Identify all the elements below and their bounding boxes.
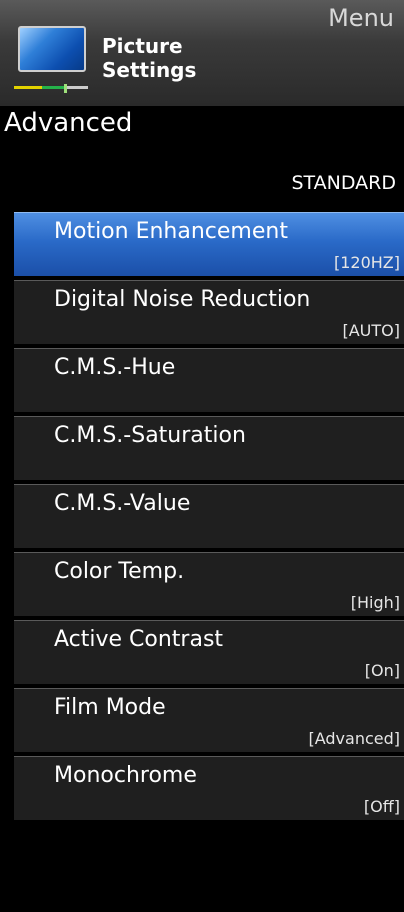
menu-item-label: Active Contrast (54, 627, 224, 652)
menu-item-label: Digital Noise Reduction (54, 287, 311, 312)
menu-item-label: Color Temp. (54, 559, 185, 584)
menu-item-active-contrast[interactable]: Active Contrast [On] (14, 620, 404, 684)
menu-item-cms-value[interactable]: C.M.S.-Value (14, 484, 404, 548)
menu-item-label: Motion Enhancement (54, 219, 288, 244)
menu-item-cms-saturation[interactable]: C.M.S.-Saturation (14, 416, 404, 480)
menu-item-value: [120HZ] (333, 253, 400, 272)
settings-list: Motion Enhancement [120HZ] Digital Noise… (14, 212, 404, 824)
menu-item-label: C.M.S.-Saturation (54, 423, 246, 448)
menu-item-value: [On] (364, 661, 400, 680)
menu-item-value: [Off] (363, 797, 400, 816)
menu-item-digital-noise-reduction[interactable]: Digital Noise Reduction [AUTO] (14, 280, 404, 344)
menu-item-cms-hue[interactable]: C.M.S.-Hue (14, 348, 404, 412)
page-title-line1: Picture (102, 34, 183, 58)
page-title-line2: Settings (102, 58, 197, 82)
section-title: Advanced (4, 108, 133, 138)
menu-item-label: Film Mode (54, 695, 166, 720)
menu-item-label: C.M.S.-Hue (54, 355, 176, 380)
page-title: Picture Settings (102, 34, 196, 82)
menu-item-film-mode[interactable]: Film Mode [Advanced] (14, 688, 404, 752)
menu-header: Menu Picture Settings (0, 0, 404, 106)
menu-item-label: C.M.S.-Value (54, 491, 191, 516)
menu-item-monochrome[interactable]: Monochrome [Off] (14, 756, 404, 820)
tv-picture-icon (18, 26, 86, 72)
menu-item-label: Monochrome (54, 763, 197, 788)
menu-item-value: [Advanced] (308, 729, 400, 748)
menu-item-value: [High] (350, 593, 400, 612)
menu-label[interactable]: Menu (328, 4, 394, 32)
osd-menu: Menu Picture Settings Advanced STANDARD … (0, 0, 404, 912)
menu-item-value: [AUTO] (342, 321, 400, 340)
picture-mode-label: STANDARD (291, 172, 396, 194)
menu-item-motion-enhancement[interactable]: Motion Enhancement [120HZ] (14, 212, 404, 276)
menu-item-color-temp[interactable]: Color Temp. [High] (14, 552, 404, 616)
slider-icon (14, 84, 88, 93)
